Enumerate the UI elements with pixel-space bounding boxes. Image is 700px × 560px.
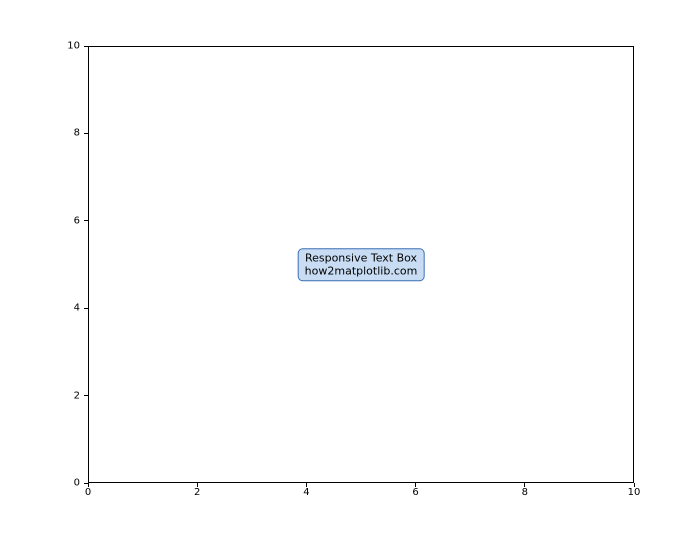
y-tick-label: 10 [67, 41, 80, 52]
x-tick-label: 8 [522, 487, 528, 498]
y-tick-mark [84, 395, 88, 396]
annotation-line: how2matplotlib.com [305, 265, 418, 279]
annotation-line: Responsive Text Box [305, 251, 418, 265]
y-tick-label: 4 [74, 303, 80, 314]
y-tick-mark [84, 220, 88, 221]
y-tick-mark [84, 483, 88, 484]
text-box-annotation: Responsive Text Boxhow2matplotlib.com [298, 248, 425, 282]
y-tick-label: 0 [74, 478, 80, 489]
y-tick-label: 2 [74, 390, 80, 401]
figure: 0 2 4 6 8 10 0 2 4 6 8 10 Responsive Text Boxhow2m… [0, 0, 700, 560]
x-tick-label: 4 [303, 487, 309, 498]
y-tick-mark [84, 46, 88, 47]
y-tick-label: 6 [74, 215, 80, 226]
x-tick-label: 6 [412, 487, 418, 498]
x-tick-label: 2 [194, 487, 200, 498]
y-tick-mark [84, 308, 88, 309]
y-tick-mark [84, 133, 88, 134]
x-tick-label: 10 [628, 487, 641, 498]
x-tick-label: 0 [85, 487, 91, 498]
y-tick-label: 8 [74, 128, 80, 139]
